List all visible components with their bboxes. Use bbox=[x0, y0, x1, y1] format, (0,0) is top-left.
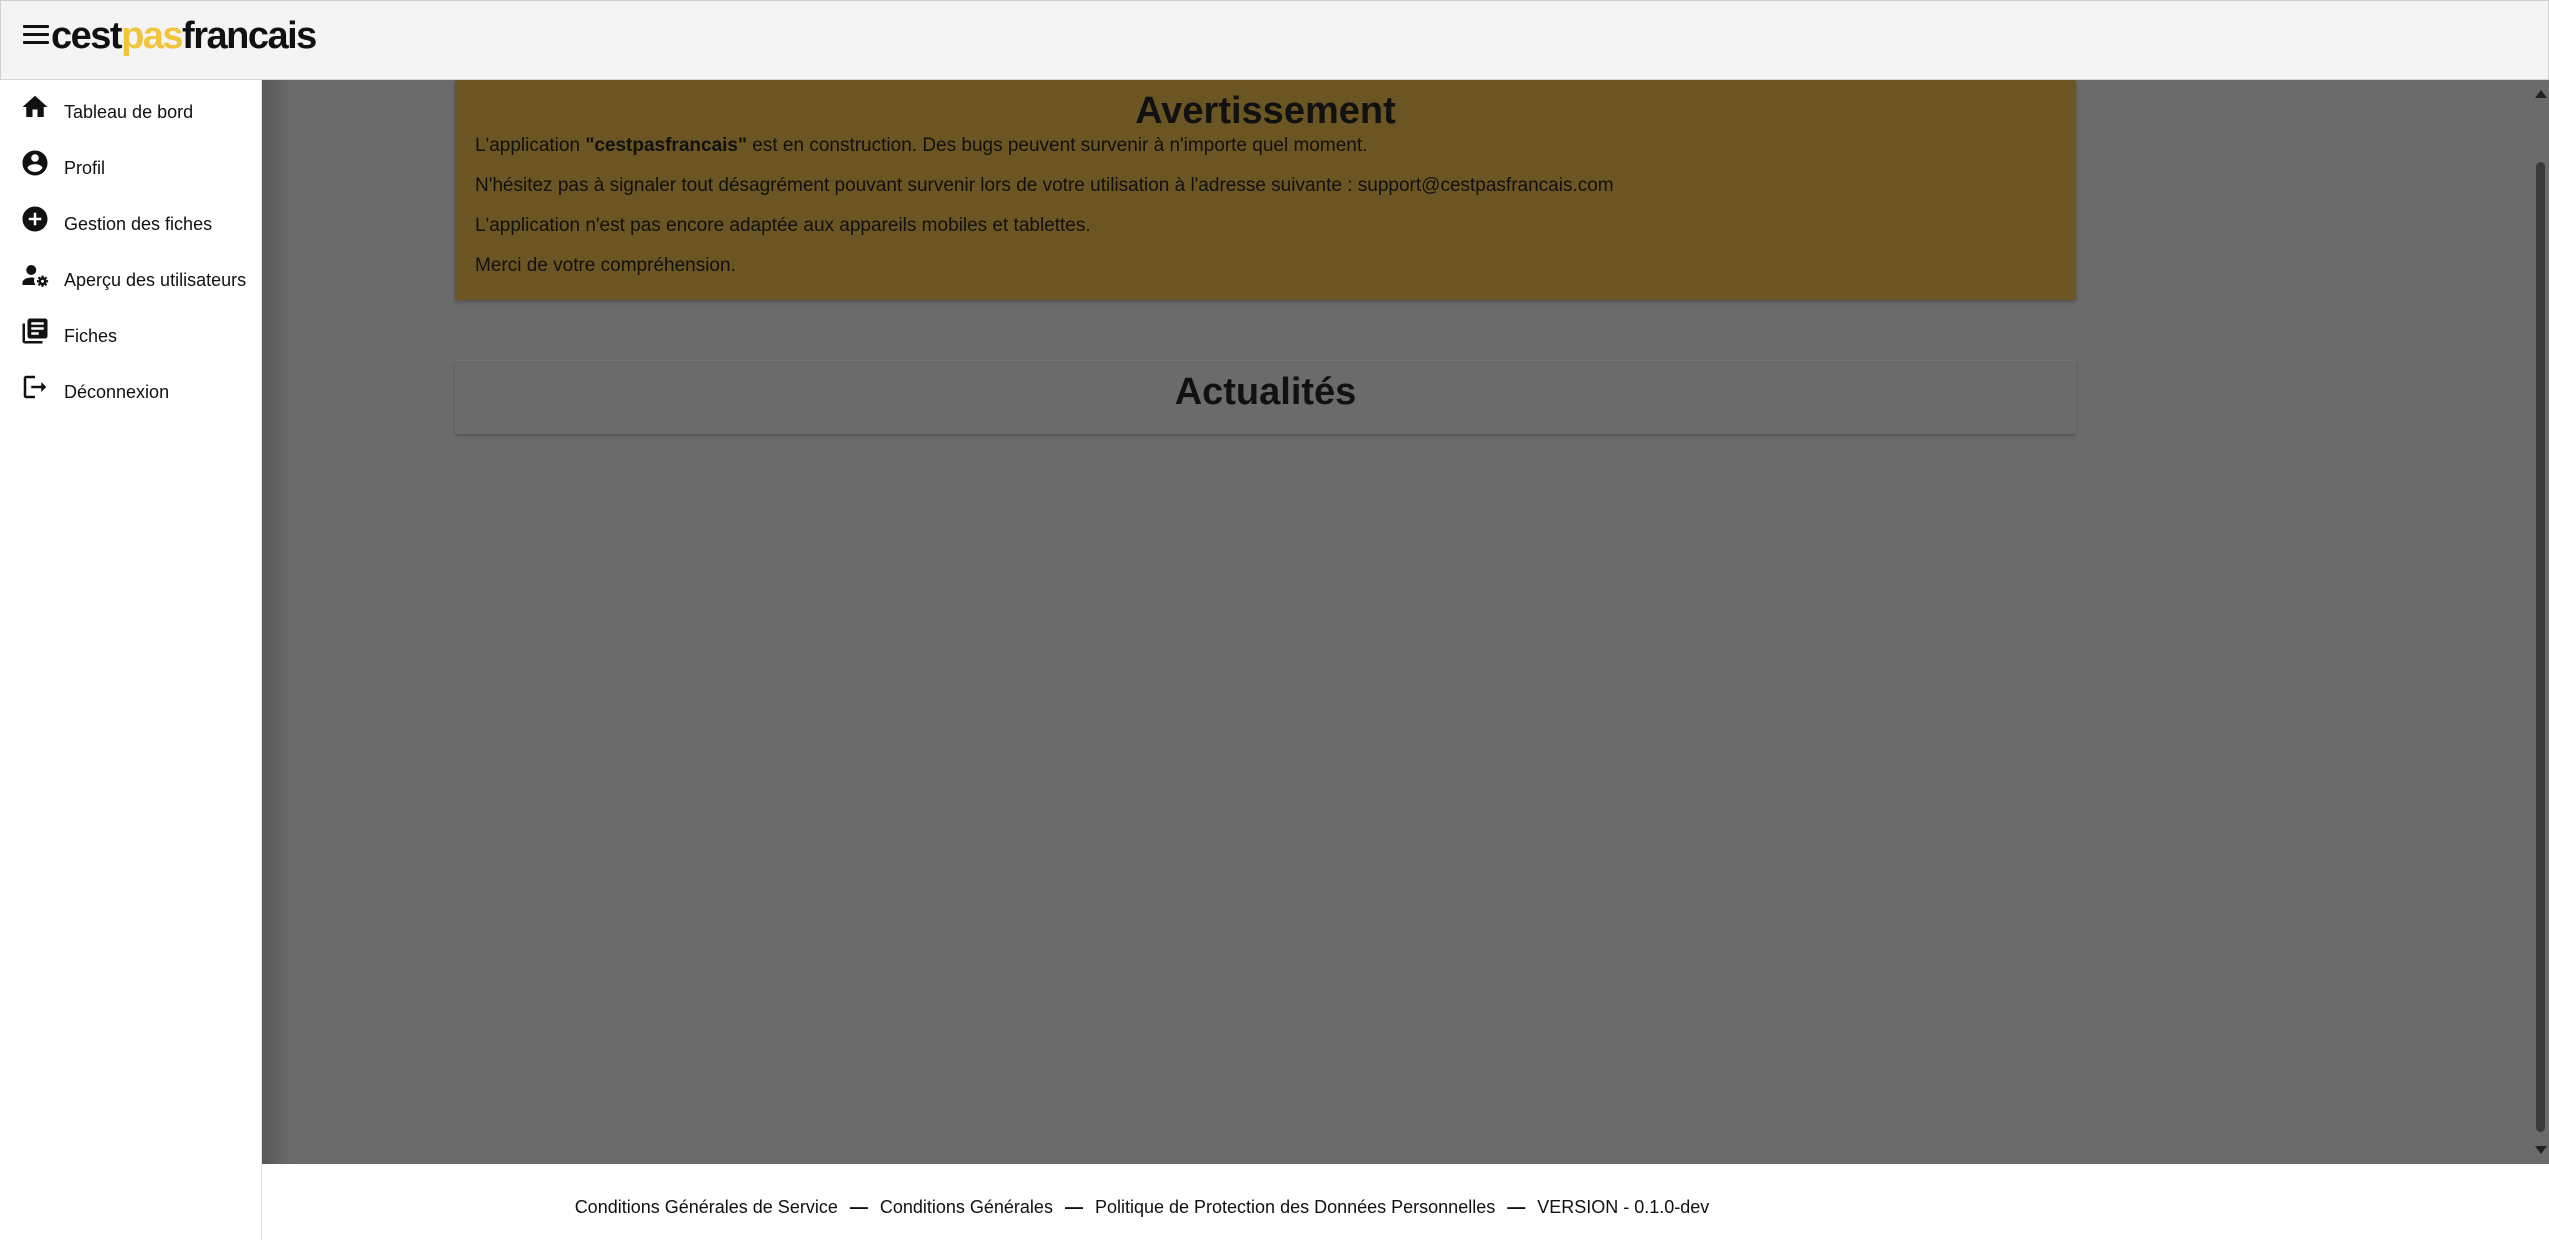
vertical-scrollbar[interactable] bbox=[2532, 80, 2549, 1164]
version-label: VERSION - 0.1.0-dev bbox=[1537, 1197, 1710, 1217]
warning-line-1-suffix: est en construction. Des bugs peuvent su… bbox=[747, 135, 1368, 156]
news-title: Actualités bbox=[1174, 371, 1357, 413]
sidebar-shadow bbox=[262, 80, 292, 1164]
logout-icon bbox=[23, 375, 47, 399]
footer: Conditions Générales de Service — Conditio… bbox=[262, 1164, 2549, 1240]
logo-part-1: cest bbox=[51, 15, 123, 57]
logo-part-2: pas bbox=[121, 15, 183, 57]
warning-app-name: "cestpasfrancais" bbox=[585, 135, 747, 156]
warning-line-4: Merci de votre compréhension. bbox=[475, 255, 736, 276]
logo-part-3: francais bbox=[182, 15, 317, 57]
sidebar-item-fiche-management[interactable]: Gestion des fiches bbox=[0, 192, 262, 248]
footer-separator: — bbox=[1507, 1197, 1526, 1217]
sidebar-item-profile[interactable]: Profil bbox=[0, 136, 262, 192]
sidebar-item-label: Tableau de bord bbox=[64, 102, 194, 122]
home-icon bbox=[22, 95, 48, 117]
warning-line-2: N'hésitez pas à signaler tout désagrémen… bbox=[475, 175, 1614, 196]
sidebar-item-label: Déconnexion bbox=[64, 382, 170, 402]
sidebar-item-label: Aperçu des utilisateurs bbox=[64, 270, 247, 290]
library-books-icon bbox=[22, 318, 48, 344]
footer-link-privacy-policy[interactable]: Politique de Protection des Données Pers… bbox=[1095, 1197, 1495, 1217]
warning-card: Avertissement L'application "cestpasfran… bbox=[455, 80, 2076, 300]
footer-link-general-terms[interactable]: Conditions Générales bbox=[880, 1197, 1053, 1217]
menu-icon[interactable] bbox=[23, 25, 49, 47]
footer-link-service-terms[interactable]: Conditions Générales de Service bbox=[575, 1197, 838, 1217]
news-card: Actualités bbox=[455, 360, 2076, 434]
sidebar-item-dashboard[interactable]: Tableau de bord bbox=[0, 80, 262, 136]
sidebar-item-logout[interactable]: Déconnexion bbox=[0, 360, 262, 416]
sidebar-item-fiches[interactable]: Fiches bbox=[0, 304, 262, 360]
footer-separator: — bbox=[1064, 1197, 1083, 1217]
sidebar-item-label: Fiches bbox=[64, 326, 118, 346]
warning-line-3: L'application n'est pas encore adaptée a… bbox=[475, 215, 1091, 236]
app-header: cestpasfrancais bbox=[0, 0, 2549, 80]
sidebar-item-users-overview[interactable]: Aperçu des utilisateurs bbox=[0, 248, 262, 304]
warning-title: Avertissement bbox=[1135, 90, 1396, 132]
scrollbar-thumb[interactable] bbox=[2536, 162, 2545, 1132]
account-circle-icon bbox=[22, 150, 48, 176]
sidebar: Tableau de bord Profil Gestion des fiche… bbox=[0, 80, 262, 1240]
add-circle-icon bbox=[22, 206, 48, 232]
sidebar-item-label: Gestion des fiches bbox=[64, 214, 213, 234]
footer-separator: — bbox=[849, 1197, 868, 1217]
scroll-down-arrow-icon[interactable] bbox=[2535, 1146, 2547, 1154]
user-settings-icon bbox=[22, 265, 49, 287]
warning-line-1-prefix: L'application bbox=[475, 135, 586, 156]
footer-links: Conditions Générales de Service — Conditio… bbox=[262, 1197, 2022, 1218]
scroll-up-arrow-icon[interactable] bbox=[2535, 90, 2547, 98]
sidebar-item-label: Profil bbox=[64, 158, 106, 178]
warning-line-1: L'application "cestpasfrancais" est en c… bbox=[475, 135, 1367, 157]
main-content[interactable]: Avertissement L'application "cestpasfran… bbox=[262, 80, 2532, 1164]
app-logo[interactable]: cestpasfrancais bbox=[51, 15, 317, 58]
